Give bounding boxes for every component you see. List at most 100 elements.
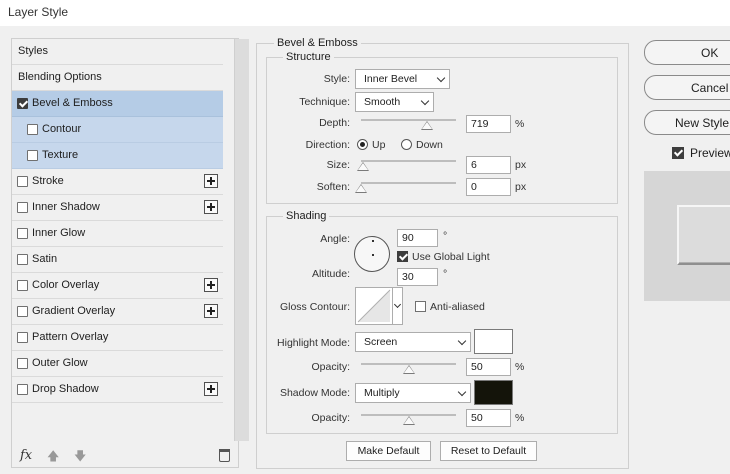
highlight-color-swatch[interactable] (474, 329, 513, 354)
pattern-overlay-checkbox[interactable] (17, 332, 28, 343)
style-item-drop-shadow[interactable]: Drop Shadow (12, 377, 223, 403)
contour-checkbox[interactable] (27, 124, 38, 135)
size-input[interactable]: 6 (466, 156, 511, 174)
add-drop-shadow-icon[interactable] (204, 382, 218, 396)
bevel-style-value: Inner Bevel (364, 73, 418, 85)
soften-slider-track[interactable] (361, 182, 456, 184)
highlight-opacity-label: Opacity: (311, 361, 350, 373)
new-style-button[interactable]: New Style (644, 110, 730, 135)
inner-glow-checkbox[interactable] (17, 228, 28, 239)
styles-list-panel: Styles Blending Options Bevel & Emboss C… (11, 38, 249, 468)
shadow-opacity-input[interactable]: 50 (466, 409, 511, 427)
preview-checkbox[interactable] (672, 147, 684, 159)
ok-button[interactable]: OK (644, 40, 730, 65)
bevel-emboss-checkbox[interactable] (17, 98, 28, 109)
chevron-down-icon (436, 73, 446, 83)
size-unit: px (515, 159, 527, 171)
depth-slider-thumb[interactable] (420, 121, 433, 130)
style-item-label: Contour (42, 123, 82, 135)
size-slider-track[interactable] (361, 160, 456, 162)
make-default-button[interactable]: Make Default (346, 441, 431, 461)
style-item-inner-shadow[interactable]: Inner Shadow (12, 195, 223, 221)
style-item-satin[interactable]: Satin (12, 247, 223, 273)
style-item-label: Bevel & Emboss (32, 97, 113, 109)
texture-checkbox[interactable] (27, 150, 38, 161)
satin-checkbox[interactable] (17, 254, 28, 265)
title-bar: Layer Style (0, 0, 730, 26)
depth-unit: % (515, 118, 525, 130)
styles-header: Styles (18, 45, 48, 57)
add-color-overlay-icon[interactable] (204, 278, 218, 292)
add-gradient-overlay-icon[interactable] (204, 304, 218, 318)
reset-to-default-button[interactable]: Reset to Default (440, 441, 537, 461)
style-item-label: Drop Shadow (32, 383, 99, 395)
trash-icon[interactable] (219, 449, 230, 462)
fx-menu-icon[interactable]: fx (20, 448, 32, 463)
soften-label: Soften: (316, 181, 350, 193)
add-stroke-icon[interactable] (204, 174, 218, 188)
gloss-contour-label: Gloss Contour: (279, 301, 350, 313)
contour-linear-icon (356, 288, 392, 324)
shadow-opacity-thumb[interactable] (402, 416, 415, 425)
direction-down-radio[interactable] (401, 139, 412, 150)
highlight-opacity-input[interactable]: 50 (466, 358, 511, 376)
style-item-pattern-overlay[interactable]: Pattern Overlay (12, 325, 223, 351)
add-inner-shadow-icon[interactable] (204, 200, 218, 214)
style-item-color-overlay[interactable]: Color Overlay (12, 273, 223, 299)
use-global-light-label: Use Global Light (412, 251, 490, 263)
style-item-texture[interactable]: Texture (12, 143, 223, 169)
soften-unit: px (515, 181, 527, 193)
structure-title: Structure (283, 51, 334, 63)
gradient-overlay-checkbox[interactable] (17, 306, 28, 317)
size-slider-thumb[interactable] (356, 162, 369, 171)
angle-center-icon (372, 254, 374, 256)
depth-input[interactable]: 719 (466, 115, 511, 133)
direction-up-label: Up (372, 139, 386, 151)
styles-scrollbar[interactable] (234, 39, 249, 441)
angle-input[interactable]: 90 (397, 229, 438, 247)
styles-header-row[interactable]: Styles (12, 39, 223, 65)
shading-title: Shading (283, 210, 330, 222)
altitude-input[interactable]: 30 (397, 268, 438, 286)
highlight-mode-value: Screen (364, 336, 398, 348)
style-item-gradient-overlay[interactable]: Gradient Overlay (12, 299, 223, 325)
depth-slider-track[interactable] (361, 119, 456, 121)
move-down-icon[interactable]: 🡇 (74, 450, 86, 462)
style-item-label: Inner Glow (32, 227, 86, 239)
chevron-down-icon (420, 96, 430, 106)
technique-select[interactable]: Smooth (355, 92, 434, 112)
preview-label: Preview (690, 146, 730, 160)
highlight-mode-label: Highlight Mode: (277, 337, 350, 349)
soften-slider-thumb[interactable] (355, 184, 367, 193)
shadow-mode-select[interactable]: Multiply (355, 383, 471, 403)
style-item-bevel-emboss[interactable]: Bevel & Emboss (12, 91, 223, 117)
angle-unit: ° (443, 230, 448, 242)
style-item-label: Satin (32, 253, 58, 265)
style-item-inner-glow[interactable]: Inner Glow (12, 221, 223, 247)
bevel-style-select[interactable]: Inner Bevel (355, 69, 450, 89)
outer-glow-checkbox[interactable] (17, 358, 28, 369)
direction-up-radio[interactable] (357, 139, 368, 150)
use-global-light-checkbox[interactable] (397, 251, 408, 262)
drop-shadow-checkbox[interactable] (17, 384, 28, 395)
gloss-contour-picker[interactable] (355, 287, 403, 325)
color-overlay-checkbox[interactable] (17, 280, 28, 291)
shadow-color-swatch[interactable] (474, 380, 513, 405)
inner-shadow-checkbox[interactable] (17, 202, 28, 213)
highlight-opacity-thumb[interactable] (402, 365, 415, 374)
stroke-checkbox[interactable] (17, 176, 28, 187)
blending-options-row[interactable]: Blending Options (12, 65, 223, 91)
style-item-outer-glow[interactable]: Outer Glow (12, 351, 223, 377)
style-item-stroke[interactable]: Stroke (12, 169, 223, 195)
anti-aliased-label: Anti-aliased (430, 301, 485, 313)
preview-swatch (677, 205, 730, 265)
highlight-mode-select[interactable]: Screen (355, 332, 471, 352)
cancel-button[interactable]: Cancel (644, 75, 730, 100)
direction-label: Direction: (305, 139, 350, 151)
soften-input[interactable]: 0 (466, 178, 511, 196)
angle-dial[interactable] (354, 236, 390, 272)
move-up-icon[interactable]: 🡅 (47, 450, 59, 462)
altitude-label: Altitude: (312, 268, 350, 280)
style-item-contour[interactable]: Contour (12, 117, 223, 143)
anti-aliased-checkbox[interactable] (415, 301, 426, 312)
